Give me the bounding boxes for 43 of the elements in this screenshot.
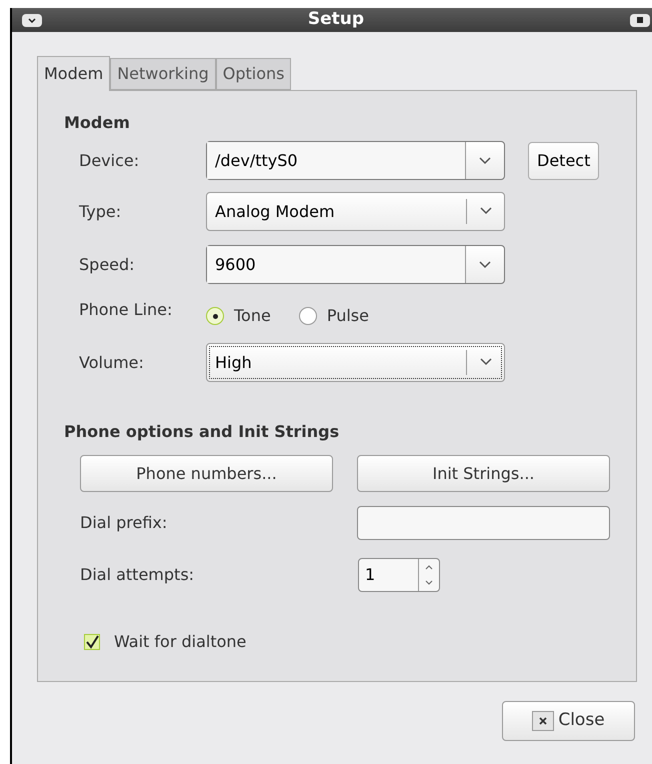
field-label: Speed: — [79, 254, 136, 276]
combo-value: Analog Modem — [214, 200, 336, 222]
chevron-down-icon — [479, 156, 491, 164]
combo-box[interactable]: /dev/ttyS0 — [206, 141, 505, 180]
dial-prefix-field[interactable] — [357, 506, 610, 540]
tab[interactable]: Options — [216, 58, 292, 90]
dialog-button[interactable]: Init Strings... — [357, 455, 610, 492]
radio-button[interactable]: Tone — [206, 304, 271, 328]
radio-label: Tone — [234, 305, 271, 327]
maximize-button[interactable] — [630, 14, 650, 26]
close-icon — [532, 711, 554, 731]
combo-value: /dev/ttyS0 — [207, 142, 466, 179]
section-heading: Phone options and Init Strings — [64, 421, 340, 443]
field-label: Dial attempts: — [80, 564, 196, 586]
tab[interactable]: Modem — [37, 56, 110, 91]
spin-box[interactable]: 1 — [358, 558, 440, 592]
window-menu-button[interactable] — [22, 14, 42, 26]
field-label: Phone Line: — [79, 299, 174, 321]
checkbox-row[interactable]: Wait for dialtone — [84, 630, 610, 654]
field-label: Dial prefix: — [80, 512, 168, 534]
chevron-down-icon — [480, 207, 492, 216]
combo-value: High — [214, 352, 253, 374]
field-label: Type: — [79, 200, 122, 222]
spin-value: 1 — [359, 559, 419, 591]
detect-button[interactable]: Detect — [528, 142, 600, 180]
radio-button[interactable]: Pulse — [298, 304, 369, 328]
close-button[interactable]: Close — [502, 701, 635, 741]
square-icon — [636, 17, 643, 23]
checkbox-label: Wait for dialtone — [114, 631, 246, 653]
chevron-down-icon — [480, 358, 492, 366]
dropdown[interactable]: Analog Modem — [206, 192, 505, 231]
field-label: Volume: — [79, 352, 145, 374]
chevron-down-icon — [479, 260, 491, 268]
dropdown[interactable]: High — [206, 343, 505, 382]
radio-label: Pulse — [326, 305, 369, 327]
window-title: Setup — [308, 8, 364, 32]
chevron-down-icon — [28, 18, 36, 22]
section-heading: Modem — [64, 112, 131, 134]
combo-box[interactable]: 9600 — [206, 245, 505, 284]
combo-value: 9600 — [207, 246, 466, 283]
tab[interactable]: Networking — [110, 58, 216, 90]
field-label: Device: — [79, 150, 140, 172]
dialog-button[interactable]: Phone numbers... — [80, 455, 333, 492]
